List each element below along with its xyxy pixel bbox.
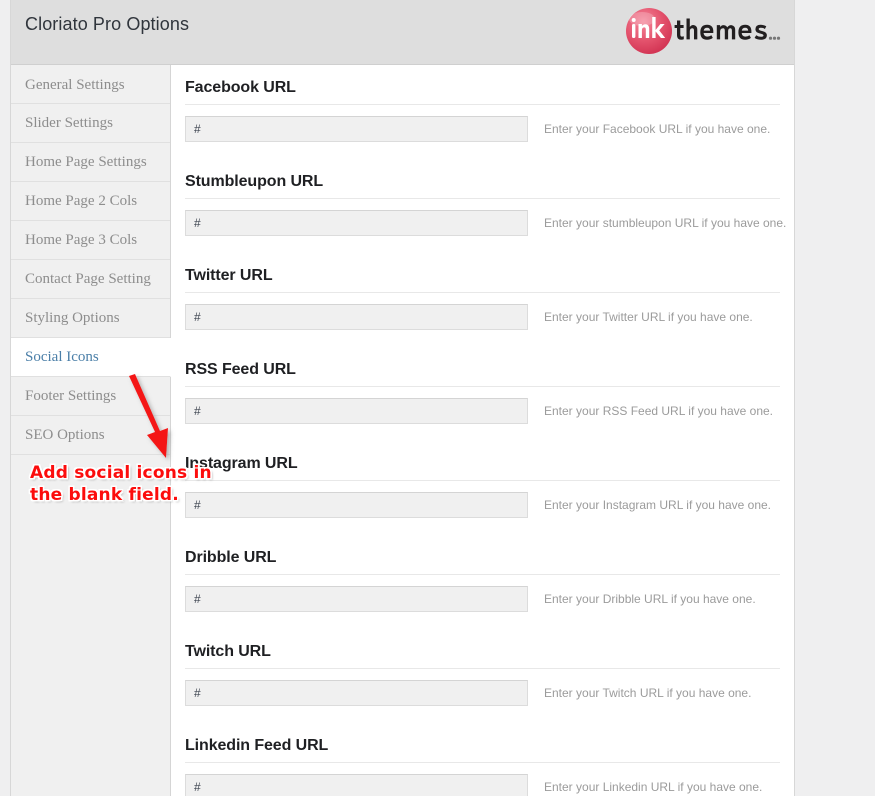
field-help-text: Enter your Twitch URL if you have one.: [544, 686, 752, 700]
sidebar-item-label: Styling Options: [25, 310, 120, 326]
field-divider: [185, 762, 780, 763]
field-help-text: Enter your Twitter URL if you have one.: [544, 310, 753, 324]
field-spacer: [185, 612, 780, 639]
field-group-linkedin-feed-url: Linkedin Feed URL Enter your Linkedin UR…: [185, 737, 780, 796]
field-title: RSS Feed URL: [185, 361, 296, 378]
field-row: Enter your Twitch URL if you have one.: [185, 680, 780, 706]
field-spacer: [185, 330, 780, 357]
inkthemes-logo: [622, 6, 782, 56]
field-title: Twitch URL: [185, 643, 271, 660]
field-title: Facebook URL: [185, 79, 296, 96]
field-row: Enter your Twitter URL if you have one.: [185, 304, 780, 330]
field-row: Enter your Facebook URL if you have one.: [185, 116, 780, 142]
field-spacer: [185, 142, 780, 169]
sidebar-item-general-settings[interactable]: General Settings: [11, 65, 170, 104]
field-group-stumbleupon-url: Stumbleupon URL Enter your stumbleupon U…: [185, 173, 786, 263]
field-title: Dribble URL: [185, 549, 277, 566]
field-row: Enter your RSS Feed URL if you have one.: [185, 398, 780, 424]
field-spacer: [185, 518, 780, 545]
logo-svg: [626, 8, 781, 54]
sidebar-item-social-icons[interactable]: Social Icons: [11, 338, 171, 377]
field-group-rss-feed-url: RSS Feed URL Enter your RSS Feed URL if …: [185, 361, 780, 451]
field-group-dribble-url: Dribble URL Enter your Dribble URL if yo…: [185, 549, 780, 639]
logo-themes-word: [674, 18, 767, 40]
field-help-text: Enter your Instagram URL if you have one…: [544, 498, 772, 512]
panel-body: General Settings Slider Settings Home Pa…: [11, 65, 794, 796]
field-divider: [185, 480, 780, 481]
sidebar-item-label: Footer Settings: [25, 388, 117, 404]
field-row: Enter your Instagram URL if you have one…: [185, 492, 780, 518]
field-group-instagram-url: Instagram URL Enter your Instagram URL i…: [185, 455, 780, 545]
field-spacer: [185, 424, 780, 451]
settings-content: Facebook URL Enter your Facebook URL if …: [171, 65, 794, 796]
field-spacer: [185, 236, 780, 263]
page-title: Cloriato Pro Options: [25, 14, 190, 34]
sidebar-item-label: Home Page 2 Cols: [25, 193, 138, 209]
options-page: Cloriato Pro Options General Settings Sl…: [0, 0, 875, 796]
sidebar-item-label: Social Icons: [25, 349, 99, 365]
field-help-text: Enter your Linkedin URL if you have one.: [544, 780, 763, 794]
field-row: Enter your stumbleupon URL if you have o…: [185, 210, 786, 236]
twitter-url-input[interactable]: [185, 304, 528, 330]
stumbleupon-url-input[interactable]: [185, 210, 528, 236]
sidebar-item-styling-options[interactable]: Styling Options: [11, 299, 170, 338]
sidebar-item-label: Home Page Settings: [25, 154, 147, 170]
field-title: Stumbleupon URL: [185, 173, 324, 190]
field-divider: [185, 104, 780, 105]
field-divider: [185, 574, 780, 575]
logo-dotcom-suffix: [768, 36, 781, 40]
panel-header: Cloriato Pro Options: [11, 0, 794, 65]
sidebar-item-label: Home Page 3 Cols: [25, 232, 138, 248]
field-title: Twitter URL: [185, 267, 273, 284]
field-group-facebook-url: Facebook URL Enter your Facebook URL if …: [185, 79, 780, 169]
dribble-url-input[interactable]: [185, 586, 528, 612]
field-group-twitch-url: Twitch URL Enter your Twitch URL if you …: [185, 643, 780, 733]
field-help-text: Enter your Dribble URL if you have one.: [544, 592, 756, 606]
field-spacer: [185, 706, 780, 733]
field-help-text: Enter your Facebook URL if you have one.: [544, 122, 771, 136]
linkedin-feed-url-input[interactable]: [185, 774, 528, 796]
settings-sidebar: General Settings Slider Settings Home Pa…: [11, 65, 171, 796]
options-panel: Cloriato Pro Options General Settings Sl…: [10, 0, 795, 796]
sidebar-item-home-page-3-cols[interactable]: Home Page 3 Cols: [11, 221, 170, 260]
sidebar-item-footer-settings[interactable]: Footer Settings: [11, 377, 170, 416]
field-divider: [185, 668, 780, 669]
field-row: Enter your Linkedin URL if you have one.: [185, 774, 780, 796]
sidebar-item-label: SEO Options: [25, 427, 105, 443]
sidebar-item-seo-options[interactable]: SEO Options: [11, 416, 170, 455]
field-title: Instagram URL: [185, 455, 298, 472]
twitch-url-input[interactable]: [185, 680, 528, 706]
instagram-url-input[interactable]: [185, 492, 528, 518]
field-group-twitter-url: Twitter URL Enter your Twitter URL if yo…: [185, 267, 780, 357]
rss-feed-url-input[interactable]: [185, 398, 528, 424]
sidebar-item-home-page-settings[interactable]: Home Page Settings: [11, 143, 170, 182]
facebook-url-input[interactable]: [185, 116, 528, 142]
field-divider: [185, 292, 780, 293]
sidebar-item-label: General Settings: [25, 77, 125, 93]
sidebar-item-home-page-2-cols[interactable]: Home Page 2 Cols: [11, 182, 170, 221]
field-row: Enter your Dribble URL if you have one.: [185, 586, 780, 612]
field-title: Linkedin Feed URL: [185, 737, 329, 754]
sidebar-item-contact-page-setting[interactable]: Contact Page Setting: [11, 260, 170, 299]
field-divider: [185, 198, 780, 199]
sidebar-item-label: Slider Settings: [25, 115, 113, 131]
sidebar-item-slider-settings[interactable]: Slider Settings: [11, 104, 170, 143]
field-help-text: Enter your stumbleupon URL if you have o…: [544, 216, 787, 230]
field-divider: [185, 386, 780, 387]
sidebar-item-label: Contact Page Setting: [25, 271, 151, 287]
field-help-text: Enter your RSS Feed URL if you have one.: [544, 404, 774, 418]
